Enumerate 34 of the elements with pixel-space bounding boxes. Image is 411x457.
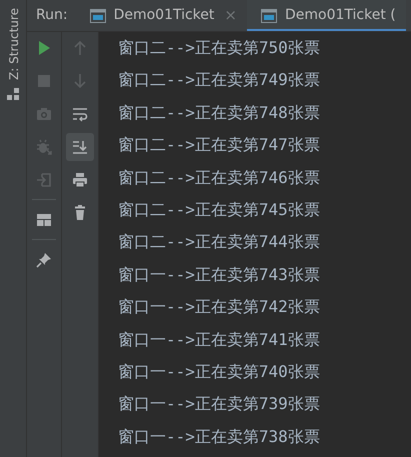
console-line: 窗口二-->正在卖第745张票 [118, 198, 321, 221]
down-arrow-icon [72, 73, 88, 89]
console-line: 窗口二-->正在卖第747张票 [118, 134, 321, 156]
console-line: 窗口一-->正在卖第743张票 [118, 264, 321, 286]
run-tab[interactable]: Demo01Ticket × [76, 0, 247, 31]
stop-icon [36, 73, 52, 89]
console-line: 窗口一-->正在卖第742张票 [118, 296, 321, 318]
console-line: 窗口一-->正在卖第740张票 [118, 360, 321, 383]
toolbar-button[interactable] [66, 133, 94, 161]
run-icon [36, 40, 52, 56]
pin-icon [36, 252, 52, 268]
console-line: 窗口一-->正在卖第738张票 [118, 426, 321, 448]
bug-icon [36, 139, 52, 155]
console-line: 窗口二-->正在卖第749张票 [118, 69, 321, 92]
console-line: 窗口二-->正在卖第750张票 [118, 37, 321, 59]
console-line: 窗口二-->正在卖第746张票 [118, 166, 321, 189]
up-arrow-icon [72, 40, 88, 56]
console-line: 窗口二-->正在卖第748张票 [118, 102, 321, 124]
window-icon [260, 8, 277, 22]
exit-icon [36, 172, 52, 188]
layout-icon [36, 212, 52, 228]
camera-icon [36, 106, 52, 122]
soft-wrap-icon [72, 106, 88, 122]
console-line: 窗口二-->正在卖第744张票 [118, 231, 321, 254]
print-icon [72, 172, 88, 188]
trash-icon [72, 205, 88, 221]
structure-tab[interactable]: Z: Structure [4, 8, 22, 80]
run-tab[interactable]: Demo01Ticket ( [246, 0, 406, 31]
run-label: Run: [35, 6, 69, 25]
console-line: 窗口一-->正在卖第741张票 [118, 328, 321, 351]
structure-icon[interactable] [7, 88, 19, 100]
console-line: 窗口一-->正在卖第739张票 [118, 393, 321, 416]
scroll-to-end-icon [72, 139, 88, 155]
window-icon [90, 8, 106, 22]
